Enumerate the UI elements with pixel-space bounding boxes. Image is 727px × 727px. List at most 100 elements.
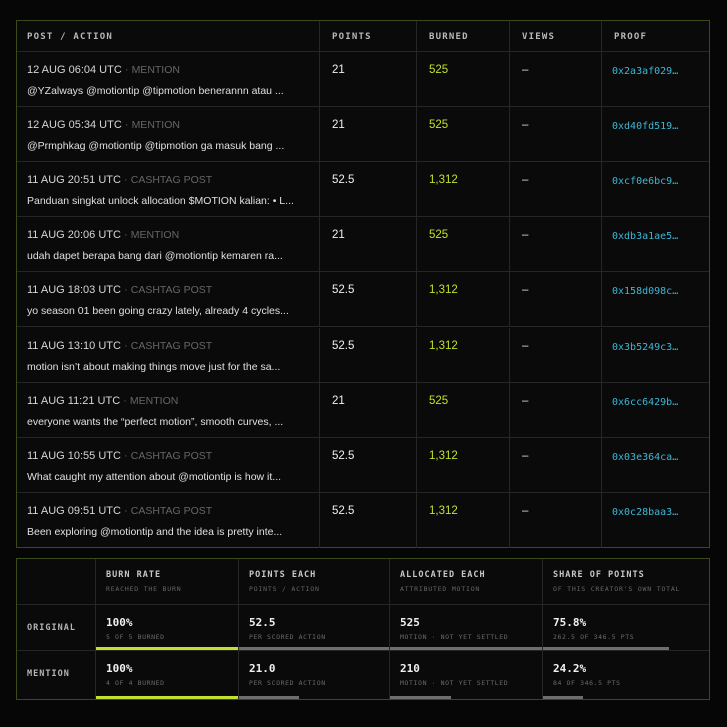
views-value: – [522,119,529,132]
post-kind: MENTION [131,64,180,76]
proof-link[interactable]: 0x6cc6429b… [612,397,678,408]
proof-link[interactable]: 0x3b5249c3… [612,342,678,353]
stat-subtitle: POINTS / ACTION [249,585,320,593]
points-value: 21 [332,229,345,242]
stat-title: ALLOCATED EACH [400,570,486,580]
stats-row-label: MENTION [27,669,70,679]
stat-progress-bar [239,647,389,650]
actions-table: POST / ACTION POINTS BURNED VIEWS PROOF … [16,20,710,548]
header-burned[interactable]: BURNED [429,32,469,42]
header-views[interactable]: VIEWS [522,32,555,42]
stat-value: 100% [106,662,133,675]
post-meta: 11 AUG 10:55 UTC · CASHTAG POST [27,450,212,462]
stat-progress-bar [543,696,584,699]
proof-link[interactable]: 0x2a3af029… [612,66,678,77]
table-row[interactable]: 11 AUG 11:21 UTC · MENTION everyone wants… [17,382,709,438]
header-proof[interactable]: PROOF [614,32,647,42]
table-header: POST / ACTION POINTS BURNED VIEWS PROOF [17,21,709,52]
post-kind: MENTION [129,394,179,407]
post-meta: 11 AUG 11:21 UTC · MENTION [27,395,178,407]
separator-dot: · [120,174,131,187]
post-text[interactable]: yo season 01 been going crazy lately, al… [27,305,312,317]
burned-value: 1,312 [429,449,458,462]
post-timestamp: 12 AUG 05:34 UTC [27,119,122,132]
stat-detail: 84 of 346.5 pts [553,679,621,687]
stat-value: 52.5 [249,616,276,629]
stat-progress-bar [390,647,542,650]
post-text[interactable]: @Prmphkag @motiontip @tipmotion ga masuk… [27,140,312,152]
points-value: 52.5 [332,339,355,352]
stats-row-label: ORIGINAL [27,623,76,633]
stat-value: 75.8% [553,616,587,629]
header-post-action[interactable]: POST / ACTION [27,32,113,42]
post-text[interactable]: What caught my attention about @motionti… [27,471,312,483]
table-row[interactable]: 11 AUG 09:51 UTC · CASHTAG POST Been expl… [17,492,709,548]
header-points[interactable]: POINTS [332,32,372,42]
post-text[interactable]: udah dapet berapa bang dari @motiontip k… [27,250,312,262]
proof-link[interactable]: 0xcf0e6bc9… [612,176,678,187]
post-timestamp: 11 AUG 20:51 UTC [27,174,121,187]
views-value: – [522,284,529,297]
stats-table: BURN RATE REACHED THE BURN POINTS EACH POI… [16,558,710,700]
stat-progress-bar [96,647,238,650]
views-value: – [522,64,529,76]
proof-link[interactable]: 0xd40fd519… [612,121,678,132]
table-row[interactable]: 11 AUG 20:51 UTC · CASHTAG POST Panduan s… [17,162,709,218]
post-kind: CASHTAG POST [130,504,213,517]
views-value: – [522,449,529,462]
post-kind: MENTION [131,119,180,132]
proof-link[interactable]: 0xdb3a1ae5… [612,231,678,242]
points-value: 52.5 [332,284,355,297]
post-meta: 12 AUG 06:04 UTC · MENTION [27,64,180,76]
points-value: 21 [332,394,345,407]
stat-progress-bar [239,696,299,699]
post-text[interactable]: Been exploring @motiontip and the idea i… [27,526,312,538]
stat-title: SHARE OF POINTS [553,570,645,580]
stat-detail: per scored action [249,679,326,687]
burned-value: 525 [429,119,449,132]
post-text[interactable]: @YZalways @motiontip @tipmotion benerann… [27,85,312,97]
stats-row-mention: MENTION 100% 4 of 4 burned 21.0 per scored a… [17,651,709,699]
post-text[interactable]: everyone wants the “perfect motion”, smo… [27,416,312,428]
points-value: 21 [332,119,345,132]
post-timestamp: 11 AUG 13:10 UTC [27,339,121,352]
separator-dot: · [120,339,131,352]
stat-detail: 5 of 5 burned [106,633,165,641]
views-value: – [522,229,529,242]
stat-value: 100% [106,616,133,629]
post-timestamp: 11 AUG 10:55 UTC [27,449,121,462]
post-meta: 11 AUG 20:51 UTC · CASHTAG POST [27,174,212,186]
stat-progress-bar [390,696,451,699]
post-kind: MENTION [130,229,180,242]
proof-link[interactable]: 0x158d098c… [612,286,678,297]
burned-value: 525 [429,394,449,407]
post-timestamp: 12 AUG 06:04 UTC [27,64,122,76]
post-timestamp: 11 AUG 11:21 UTC [27,394,121,407]
proof-link[interactable]: 0x0c28baa3… [612,507,678,518]
stat-detail: per scored action [249,633,326,641]
points-value: 52.5 [332,449,355,462]
points-value: 52.5 [332,174,355,187]
table-row[interactable]: 11 AUG 20:06 UTC · MENTION udah dapet ber… [17,217,709,273]
burned-value: 1,312 [429,504,458,517]
burned-value: 1,312 [429,174,458,187]
post-kind: CASHTAG POST [130,174,213,187]
table-row[interactable]: 11 AUG 18:03 UTC · CASHTAG POST yo season… [17,272,709,328]
post-text[interactable]: motion isn’t about making things move ju… [27,361,312,373]
stat-value: 24.2% [553,662,587,675]
views-value: – [522,339,529,352]
post-meta: 11 AUG 09:51 UTC · CASHTAG POST [27,505,212,517]
separator-dot: · [120,284,131,297]
stat-detail: motion · not yet settled [400,633,509,641]
points-value: 21 [332,64,345,76]
stat-subtitle: OF THIS CREATOR'S OWN TOTAL [553,585,681,593]
table-row[interactable]: 12 AUG 05:34 UTC · MENTION @Prmphkag @mot… [17,107,709,163]
stats-header: BURN RATE REACHED THE BURN POINTS EACH POI… [17,559,709,605]
stat-detail: 4 of 4 burned [106,679,165,687]
table-row[interactable]: 12 AUG 06:04 UTC · MENTION @YZalways @mot… [17,52,709,108]
table-row[interactable]: 11 AUG 10:55 UTC · CASHTAG POST What caug… [17,437,709,493]
table-row[interactable]: 11 AUG 13:10 UTC · CASHTAG POST motion is… [17,327,709,383]
post-text[interactable]: Panduan singkat unlock allocation $MOTIO… [27,195,312,207]
burned-value: 525 [429,64,449,76]
proof-link[interactable]: 0x03e364ca… [612,452,678,463]
